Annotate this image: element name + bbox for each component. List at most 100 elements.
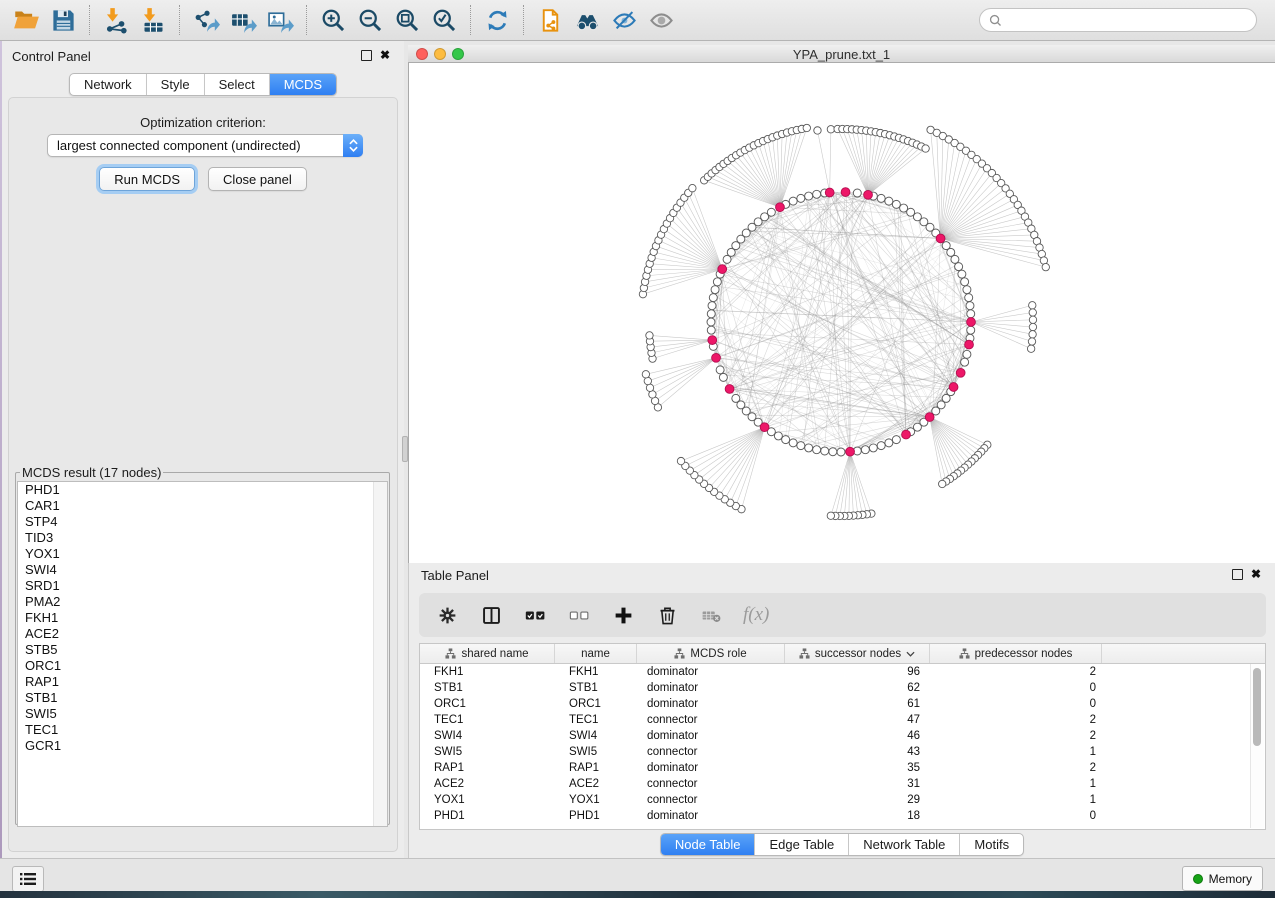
table-cell[interactable]: dominator [637, 696, 785, 712]
table-row[interactable]: ORC1ORC1dominator610 [420, 696, 1265, 712]
mcds-result-item[interactable]: PHD1 [18, 482, 387, 498]
save-session-icon[interactable] [45, 2, 82, 38]
close-panel-icon[interactable]: ✖ [380, 50, 390, 61]
table-cell[interactable]: dominator [637, 664, 785, 680]
mcds-result-item[interactable]: GCR1 [18, 738, 387, 754]
tab-mcds[interactable]: MCDS [270, 74, 336, 95]
table-cell[interactable]: 0 [930, 696, 1102, 712]
mcds-result-list[interactable]: PHD1CAR1STP4TID3YOX1SWI4SRD1PMA2FKH1ACE2… [17, 481, 388, 827]
table-cell[interactable]: 0 [930, 808, 1102, 824]
optimization-criterion-dropdown[interactable]: largest connected component (undirected) [47, 134, 363, 157]
deselect-all-icon[interactable] [567, 603, 591, 627]
table-cell[interactable]: ACE2 [420, 776, 555, 792]
column-header-predecessor-nodes[interactable]: predecessor nodes [930, 644, 1102, 663]
delete-table-icon[interactable] [699, 603, 723, 627]
table-row[interactable]: SWI5SWI5connector431 [420, 744, 1265, 760]
clone-network-icon[interactable] [532, 2, 569, 38]
table-cell[interactable]: SWI5 [420, 744, 555, 760]
table-cell[interactable]: SWI5 [555, 744, 637, 760]
mcds-result-item[interactable]: TEC1 [18, 722, 387, 738]
table-cell[interactable]: 2 [930, 728, 1102, 744]
mcds-result-item[interactable]: SWI5 [18, 706, 387, 722]
float-panel-icon[interactable] [361, 50, 372, 61]
table-row[interactable]: RAP1RAP1dominator352 [420, 760, 1265, 776]
mcds-result-item[interactable]: ACE2 [18, 626, 387, 642]
fit-content-icon[interactable] [389, 2, 426, 38]
table-cell[interactable]: 47 [785, 712, 930, 728]
table-cell[interactable]: 43 [785, 744, 930, 760]
table-cell[interactable]: dominator [637, 680, 785, 696]
table-cell[interactable]: FKH1 [420, 664, 555, 680]
table-row[interactable]: STB1STB1dominator620 [420, 680, 1265, 696]
table-cell[interactable]: TEC1 [555, 712, 637, 728]
mcds-result-item[interactable]: ORC1 [18, 658, 387, 674]
mcds-result-item[interactable]: CAR1 [18, 498, 387, 514]
table-cell[interactable]: TEC1 [420, 712, 555, 728]
table-cell[interactable]: 29 [785, 792, 930, 808]
close-table-panel-icon[interactable]: ✖ [1251, 569, 1261, 580]
export-image-icon[interactable] [262, 2, 299, 38]
mcds-result-item[interactable]: FKH1 [18, 610, 387, 626]
import-network-icon[interactable] [98, 2, 135, 38]
table-row[interactable]: ACE2ACE2connector311 [420, 776, 1265, 792]
mcds-result-item[interactable]: PMA2 [18, 594, 387, 610]
table-cell[interactable]: 18 [785, 808, 930, 824]
open-session-icon[interactable] [8, 2, 45, 38]
search-field[interactable] [979, 8, 1257, 32]
zoom-in-icon[interactable] [315, 2, 352, 38]
table-cell[interactable]: 1 [930, 776, 1102, 792]
table-cell[interactable]: connector [637, 712, 785, 728]
table-cell[interactable]: ORC1 [555, 696, 637, 712]
table-cell[interactable]: RAP1 [420, 760, 555, 776]
table-cell[interactable]: dominator [637, 808, 785, 824]
table-cell[interactable]: SWI4 [555, 728, 637, 744]
float-table-panel-icon[interactable] [1232, 569, 1243, 580]
mcds-result-item[interactable]: TID3 [18, 530, 387, 546]
table-cell[interactable]: ORC1 [420, 696, 555, 712]
table-row[interactable]: YOX1YOX1connector291 [420, 792, 1265, 808]
export-table-icon[interactable] [225, 2, 262, 38]
mcds-result-item[interactable]: RAP1 [18, 674, 387, 690]
tab-motifs[interactable]: Motifs [960, 834, 1023, 855]
table-cell[interactable]: 46 [785, 728, 930, 744]
table-cell[interactable]: YOX1 [555, 792, 637, 808]
table-cell[interactable]: 0 [930, 680, 1102, 696]
table-cell[interactable]: 62 [785, 680, 930, 696]
function-builder-icon[interactable]: f(x) [743, 604, 769, 626]
column-header-name[interactable]: name [555, 644, 637, 663]
tab-style[interactable]: Style [147, 74, 205, 95]
table-cell[interactable]: YOX1 [420, 792, 555, 808]
hide-selected-icon[interactable] [606, 2, 643, 38]
tab-node-table[interactable]: Node Table [661, 834, 756, 855]
table-scrollbar[interactable] [1250, 664, 1264, 828]
table-cell[interactable]: STB1 [420, 680, 555, 696]
select-all-icon[interactable] [523, 603, 547, 627]
table-cell[interactable]: ACE2 [555, 776, 637, 792]
mcds-result-item[interactable]: STB5 [18, 642, 387, 658]
column-header-successor-nodes[interactable]: successor nodes [785, 644, 930, 663]
tab-edge-table[interactable]: Edge Table [755, 834, 849, 855]
tab-select[interactable]: Select [205, 74, 270, 95]
tab-network[interactable]: Network [70, 74, 147, 95]
delete-row-icon[interactable] [655, 603, 679, 627]
export-network-icon[interactable] [188, 2, 225, 38]
table-cell[interactable]: 35 [785, 760, 930, 776]
network-window-titlebar[interactable]: YPA_prune.txt_1 [408, 45, 1275, 63]
table-row[interactable]: FKH1FKH1dominator962 [420, 664, 1265, 680]
run-mcds-button[interactable]: Run MCDS [99, 167, 195, 191]
network-canvas[interactable] [408, 63, 1275, 563]
table-cell[interactable]: dominator [637, 728, 785, 744]
table-cell[interactable]: 2 [930, 760, 1102, 776]
mcds-result-item[interactable]: YOX1 [18, 546, 387, 562]
tab-network-table[interactable]: Network Table [849, 834, 960, 855]
column-header-MCDS-role[interactable]: MCDS role [637, 644, 785, 663]
first-neighbors-icon[interactable] [569, 2, 606, 38]
import-table-icon[interactable] [135, 2, 172, 38]
table-row[interactable]: PHD1PHD1dominator180 [420, 808, 1265, 824]
mcds-result-item[interactable]: STB1 [18, 690, 387, 706]
table-cell[interactable]: 2 [930, 664, 1102, 680]
table-cell[interactable]: 2 [930, 712, 1102, 728]
table-cell[interactable]: 1 [930, 744, 1102, 760]
zoom-out-icon[interactable] [352, 2, 389, 38]
table-cell[interactable]: PHD1 [420, 808, 555, 824]
